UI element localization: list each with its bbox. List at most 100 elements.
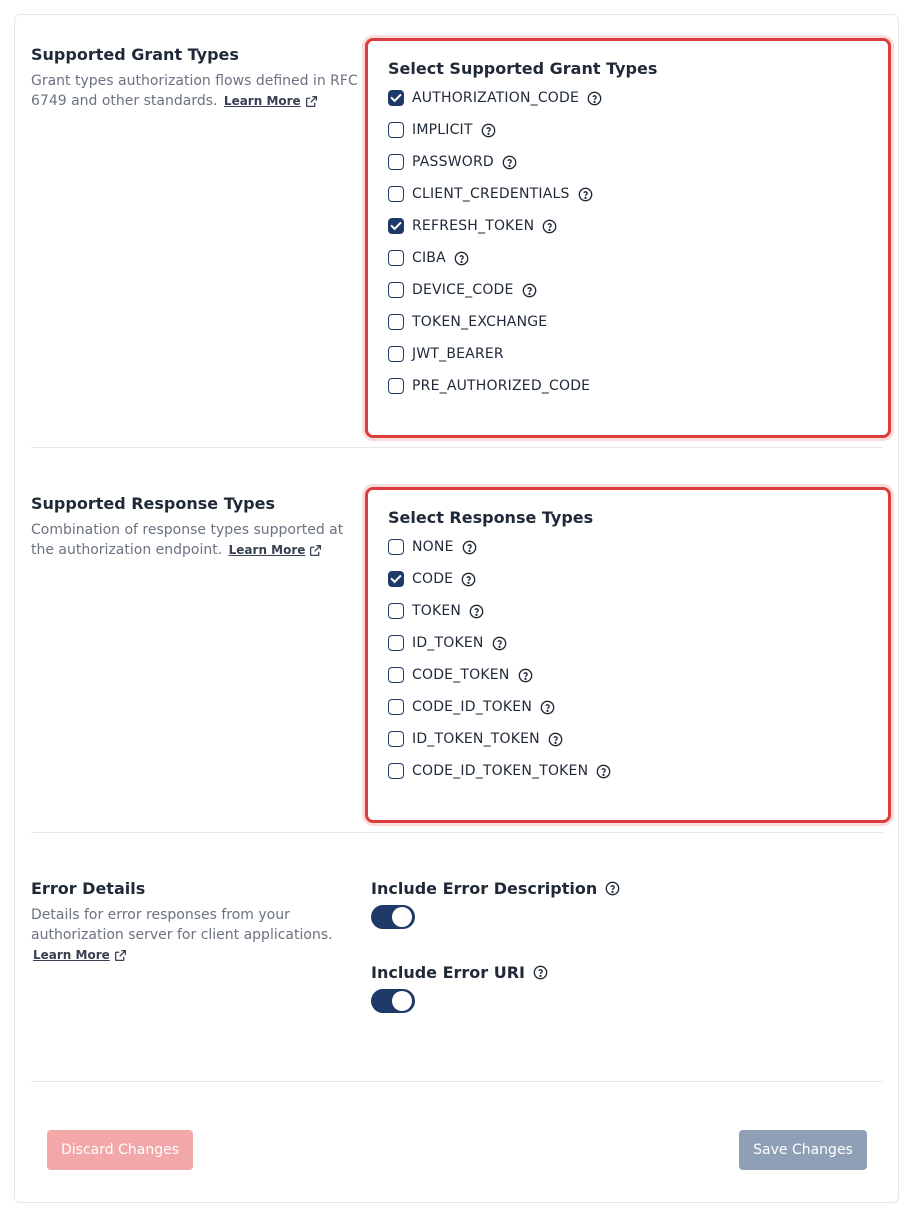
help-circle-icon[interactable] [533,965,548,980]
include-error-description-text: Include Error Description [371,879,598,898]
option-label: DEVICE_CODE [412,282,514,298]
help-circle-icon[interactable] [481,123,496,138]
divider [31,1081,883,1082]
learn-more-label: Learn More [33,948,110,962]
include-error-uri-text: Include Error URI [371,963,526,982]
help-circle-icon[interactable] [461,572,476,587]
response-types-desc: Combination of response types supported … [31,520,367,560]
option-none[interactable]: NONE [388,536,477,558]
option-id-token[interactable]: ID_TOKEN [388,632,507,654]
checkbox[interactable] [388,218,404,234]
option-id-token-token[interactable]: ID_TOKEN_TOKEN [388,728,563,750]
include-error-uri-label: Include Error URI [371,963,548,982]
checkbox[interactable] [388,250,404,266]
option-label: ID_TOKEN [412,635,484,651]
response-types-box: Select Response Types NONE CODE TOKEN ID_TO… [365,487,891,823]
option-label: JWT_BEARER [412,346,504,362]
option-label: TOKEN_EXCHANGE [412,314,548,330]
option-jwt-bearer[interactable]: JWT_BEARER [388,343,504,365]
help-circle-icon[interactable] [454,251,469,266]
error-details-desc-text: Details for error responses from your au… [31,907,333,943]
checkbox[interactable] [388,282,404,298]
settings-card: Supported Grant Types Grant types author… [14,14,899,1203]
option-token-exchange[interactable]: TOKEN_EXCHANGE [388,311,547,333]
option-ciba[interactable]: CIBA [388,247,469,269]
option-label: TOKEN [412,603,462,619]
option-label: CODE_ID_TOKEN [412,699,533,715]
help-circle-icon[interactable] [605,881,620,896]
help-circle-icon[interactable] [462,540,477,555]
grant-types-box: Select Supported Grant Types AUTHORIZATI… [365,38,891,438]
checkbox[interactable] [388,90,404,106]
error-details-desc: Details for error responses from your au… [31,905,367,965]
response-types-title: Supported Response Types [31,494,275,513]
checkbox[interactable] [388,571,404,587]
option-refresh-token[interactable]: REFRESH_TOKEN [388,215,557,237]
option-token[interactable]: TOKEN [388,600,484,622]
option-code-id-token-token[interactable]: CODE_ID_TOKEN_TOKEN [388,760,611,782]
checkbox[interactable] [388,186,404,202]
grant-types-desc: Grant types authorization flows defined … [31,71,367,111]
help-circle-icon[interactable] [518,668,533,683]
help-circle-icon[interactable] [469,604,484,619]
help-circle-icon[interactable] [596,764,611,779]
checkbox[interactable] [388,346,404,362]
help-circle-icon[interactable] [587,91,602,106]
help-circle-icon[interactable] [492,636,507,651]
checkbox[interactable] [388,154,404,170]
error-details-info: Error Details Details for error response… [31,879,371,965]
discard-changes-button[interactable]: Discard Changes [47,1130,193,1170]
option-code-id-token[interactable]: CODE_ID_TOKEN [388,696,555,718]
option-label: IMPLICIT [412,122,473,138]
help-circle-icon[interactable] [522,283,537,298]
grant-types-title: Supported Grant Types [31,45,239,64]
checkbox[interactable] [388,378,404,394]
checkbox[interactable] [388,635,404,651]
external-link-icon [305,95,317,107]
option-label: REFRESH_TOKEN [412,218,535,234]
option-implicit[interactable]: IMPLICIT [388,119,496,141]
checkbox[interactable] [388,122,404,138]
help-circle-icon[interactable] [542,219,557,234]
option-client-credentials[interactable]: CLIENT_CREDENTIALS [388,183,593,205]
learn-more-label: Learn More [223,94,301,108]
help-circle-icon[interactable] [540,700,555,715]
option-label: PASSWORD [412,154,494,170]
external-link-icon [114,949,126,961]
include-error-description-toggle[interactable] [371,905,415,929]
option-device-code[interactable]: DEVICE_CODE [388,279,537,301]
grant-types-learn-more-link[interactable]: Learn More [224,91,318,111]
toggle-knob [392,907,412,927]
checkbox[interactable] [388,699,404,715]
checkbox[interactable] [388,731,404,747]
help-circle-icon[interactable] [578,187,593,202]
option-code[interactable]: CODE [388,568,476,590]
checkbox[interactable] [388,314,404,330]
option-label: CIBA [412,250,446,266]
checkbox[interactable] [388,539,404,555]
option-label: NONE [412,539,454,555]
response-types-learn-more-link[interactable]: Learn More [229,540,323,560]
save-changes-button[interactable]: Save Changes [739,1130,867,1170]
help-circle-icon[interactable] [502,155,517,170]
grant-types-section: Supported Grant Types Grant types author… [31,38,891,438]
include-error-description-label: Include Error Description [371,879,620,898]
error-details-learn-more-link[interactable]: Learn More [33,945,127,965]
option-password[interactable]: PASSWORD [388,151,517,173]
grant-types-box-title: Select Supported Grant Types [388,59,658,78]
help-circle-icon[interactable] [548,732,563,747]
checkbox[interactable] [388,603,404,619]
option-label: CODE_ID_TOKEN_TOKEN [412,763,589,779]
checkbox[interactable] [388,667,404,683]
option-label: CLIENT_CREDENTIALS [412,186,570,202]
option-authorization-code[interactable]: AUTHORIZATION_CODE [388,87,602,109]
error-details-title: Error Details [31,879,146,898]
option-label: CODE_TOKEN [412,667,510,683]
option-code-token[interactable]: CODE_TOKEN [388,664,533,686]
option-pre-authorized-code[interactable]: PRE_AUTHORIZED_CODE [388,375,590,397]
option-label: CODE [412,571,454,587]
response-types-info: Supported Response Types Combination of … [31,494,371,560]
checkbox[interactable] [388,763,404,779]
include-error-uri-toggle[interactable] [371,989,415,1013]
response-types-box-title: Select Response Types [388,508,594,527]
